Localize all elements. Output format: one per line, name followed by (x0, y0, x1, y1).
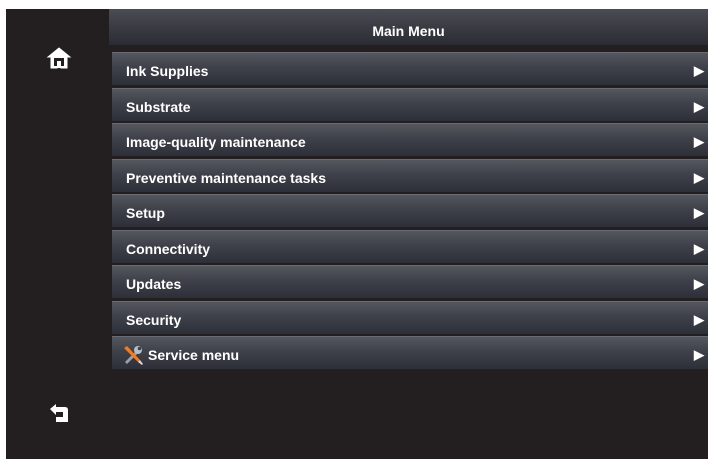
chevron-right-icon: ▶ (694, 240, 704, 256)
service-tools-icon (124, 346, 143, 365)
left-nav-bar (6, 9, 109, 459)
chevron-right-icon: ▶ (694, 276, 704, 291)
chevron-right-icon: ▶ (694, 63, 704, 78)
menu-item-label: Substrate (126, 98, 191, 115)
chevron-right-icon: ▶ (694, 205, 704, 220)
menu-item-label: Security (126, 311, 182, 328)
chevron-right-icon: ▶ (694, 134, 704, 149)
menu-item-label: Ink Supplies (126, 63, 209, 79)
menu-item-label: Image-quality maintenance (126, 134, 306, 150)
chevron-right-icon: ▶ (694, 98, 704, 114)
page-title: Main Menu (109, 9, 708, 45)
back-button[interactable] (47, 402, 71, 426)
chevron-right-icon: ▶ (694, 347, 704, 362)
menu-item-label: Service menu (148, 347, 240, 363)
menu-item-connectivity[interactable]: Connectivity ▶ (112, 229, 708, 263)
home-icon (46, 47, 72, 69)
chevron-right-icon: ▶ (694, 169, 704, 185)
menu-item-ink-supplies[interactable]: Ink Supplies ▶ (112, 52, 708, 85)
back-arrow-icon (50, 404, 68, 422)
menu-item-label: Preventive maintenance tasks (126, 169, 326, 186)
home-button[interactable] (46, 45, 72, 71)
menu-item-label: Connectivity (126, 240, 211, 257)
chevron-right-icon: ▶ (694, 311, 704, 327)
menu-item-label: Updates (126, 276, 182, 292)
menu-item-security[interactable]: Security ▶ (112, 300, 708, 334)
menu-item-setup[interactable]: Setup ▶ (112, 194, 708, 227)
main-menu-list: Ink Supplies ▶ Substrate ▶ Image-quality… (112, 52, 708, 372)
menu-item-service-menu[interactable]: Service menu ▶ (112, 336, 708, 369)
menu-item-image-quality-maintenance[interactable]: Image-quality maintenance ▶ (112, 123, 708, 156)
menu-item-label: Setup (126, 205, 165, 221)
menu-item-preventive-maintenance-tasks[interactable]: Preventive maintenance tasks ▶ (112, 158, 708, 192)
menu-item-updates[interactable]: Updates ▶ (112, 265, 708, 298)
screen: Main Menu Ink Supplies ▶ Substrate ▶ Ima… (6, 9, 708, 459)
menu-item-substrate[interactable]: Substrate ▶ (112, 87, 708, 121)
